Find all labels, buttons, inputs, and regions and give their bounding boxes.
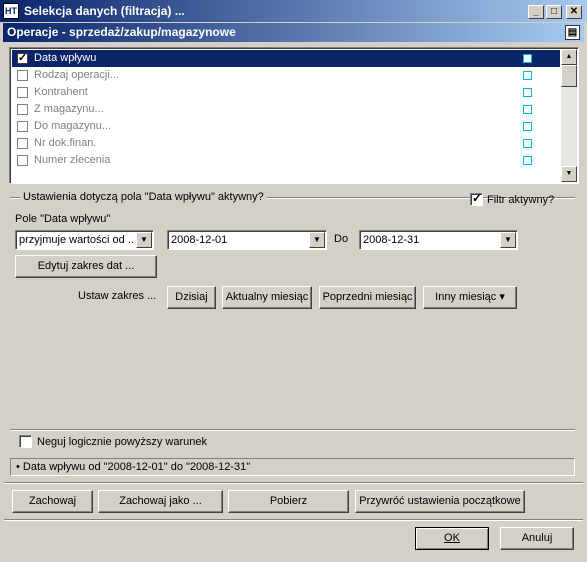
from-date-select[interactable]: 2008-12-01 ▼ — [167, 230, 327, 250]
field-label: Data wpływu — [34, 52, 97, 64]
divider — [4, 482, 583, 484]
list-item[interactable]: Numer zlecenia — [12, 152, 560, 169]
field-checkbox[interactable] — [17, 104, 28, 115]
dropdown-arrow-icon[interactable]: ▼ — [500, 232, 516, 248]
to-date-value: 2008-12-31 — [363, 234, 420, 246]
field-checkbox[interactable] — [17, 70, 28, 81]
section-title: Operacje - sprzedaż/zakup/magazynowe — [7, 25, 236, 39]
filter-active-checkbox[interactable] — [470, 191, 483, 206]
negate-checkbox[interactable] — [19, 435, 32, 448]
field-label: Rodzaj operacji... — [34, 69, 119, 81]
save-button[interactable]: Zachowaj — [12, 490, 93, 513]
scroll-thumb[interactable] — [561, 65, 577, 87]
negate-label: Neguj logicznie powyższy warunek — [37, 436, 207, 448]
scroll-up-button[interactable]: ▲ — [561, 49, 577, 65]
filter-active-label: Filtr aktywny? — [487, 194, 555, 206]
list-item[interactable]: Do magazynu... — [12, 118, 560, 135]
field-label: Kontrahent — [34, 86, 88, 98]
marker-icon — [523, 71, 532, 80]
edit-range-button[interactable]: Edytuj zakres dat ... — [15, 255, 157, 278]
marker-icon — [523, 88, 532, 97]
marker-icon — [523, 139, 532, 148]
list-item[interactable]: Z magazynu... — [12, 101, 560, 118]
set-range-label: Ustaw zakres ... — [78, 290, 157, 302]
cancel-button[interactable]: Anuluj — [500, 527, 574, 550]
ok-button[interactable]: OK — [415, 527, 489, 550]
marker-icon — [523, 156, 532, 165]
field-list[interactable]: Data wpływu Rodzaj operacji... Kontrahen… — [9, 47, 579, 184]
field-label: Nr dok.finan. — [34, 137, 97, 149]
mode-value: przyjmuje wartości od .. — [19, 234, 134, 246]
field-label: Z magazynu... — [34, 103, 104, 115]
filter-summary: • Data wpływu od "2008-12-01" do "2008-1… — [10, 458, 575, 476]
field-checkbox[interactable] — [17, 155, 28, 166]
field-checkbox[interactable] — [17, 87, 28, 98]
field-name-label: Pole "Data wpływu" — [15, 213, 111, 225]
mode-select[interactable]: przyjmuje wartości od .. ▼ — [15, 230, 154, 250]
field-checkbox[interactable] — [17, 138, 28, 149]
title-bar[interactable]: HT Selekcja danych (filtracja) ... _ □ ✕ — [0, 0, 587, 22]
load-button[interactable]: Pobierz — [228, 490, 349, 513]
dropdown-arrow-icon[interactable]: ▼ — [136, 232, 152, 248]
list-item[interactable]: Kontrahent — [12, 84, 560, 101]
field-checkbox[interactable] — [17, 51, 28, 64]
field-label: Do magazynu... — [34, 120, 112, 132]
settings-group-title: Ustawienia dotyczą pola "Data wpływu" ak… — [20, 191, 267, 203]
section-header: Operacje - sprzedaż/zakup/magazynowe ▤ — [3, 23, 584, 42]
save-as-button[interactable]: Zachowaj jako ... — [98, 490, 223, 513]
list-item[interactable]: Nr dok.finan. — [12, 135, 560, 152]
field-checkbox[interactable] — [17, 121, 28, 132]
print-icon[interactable]: ▤ — [565, 25, 580, 40]
scroll-down-button[interactable]: ▼ — [561, 166, 577, 182]
other-month-button[interactable]: Inny miesiąc ▾ — [423, 286, 517, 309]
to-label: Do — [334, 233, 349, 245]
marker-icon — [523, 54, 532, 63]
maximize-button[interactable]: □ — [546, 5, 562, 19]
marker-icon — [523, 105, 532, 114]
list-scrollbar[interactable]: ▲ ▼ — [561, 49, 577, 182]
field-label: Numer zlecenia — [34, 154, 111, 166]
group-bottom-divider — [10, 429, 575, 431]
minimize-button[interactable]: _ — [528, 5, 544, 19]
restore-defaults-button[interactable]: Przywróć ustawienia początkowe — [355, 490, 525, 513]
marker-icon — [523, 122, 532, 131]
divider — [4, 519, 583, 521]
app-icon: HT — [3, 3, 19, 19]
list-item[interactable]: Data wpływu — [12, 50, 560, 67]
from-date-value: 2008-12-01 — [171, 234, 228, 246]
list-item[interactable]: Rodzaj operacji... — [12, 67, 560, 84]
previous-month-button[interactable]: Poprzedni miesiąc — [319, 286, 416, 309]
today-button[interactable]: Dzisiaj — [167, 286, 216, 309]
dropdown-arrow-icon[interactable]: ▼ — [309, 232, 325, 248]
close-button[interactable]: ✕ — [566, 5, 582, 19]
to-date-select[interactable]: 2008-12-31 ▼ — [359, 230, 518, 250]
current-month-button[interactable]: Aktualny miesiąc — [222, 286, 312, 309]
window-title: Selekcja danych (filtracja) ... — [24, 4, 185, 18]
